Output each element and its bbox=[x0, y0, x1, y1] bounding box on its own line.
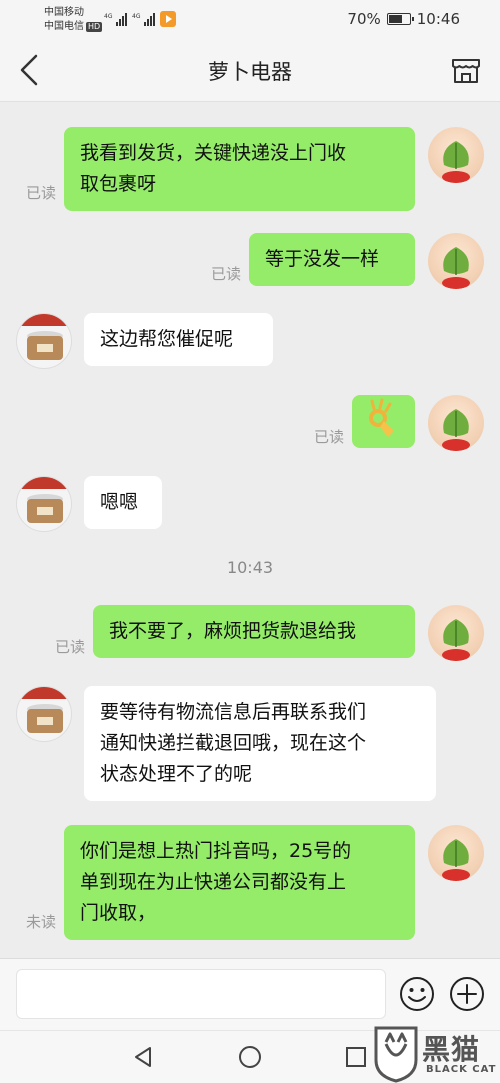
smiley-icon[interactable] bbox=[398, 975, 436, 1013]
carrier-2: 中国电信 HD bbox=[44, 21, 103, 33]
message-bubble[interactable]: 嗯嗯 bbox=[84, 476, 162, 529]
read-status: 已读 bbox=[55, 638, 86, 656]
unread-status: 未读 bbox=[26, 913, 57, 931]
signal-2-icon: 4G bbox=[132, 13, 155, 26]
message-line: 通知快递拦截退回哦，现在这个 bbox=[100, 732, 367, 754]
read-status: 已读 bbox=[211, 265, 242, 283]
message-line: 门收取， bbox=[80, 902, 157, 924]
message-line: 你们是想上热门抖音吗，25号的 bbox=[80, 840, 352, 862]
watermark-subtext: BLACK CAT bbox=[426, 1064, 497, 1075]
black-cat-watermark: 黑猫 BLACK CAT bbox=[372, 1024, 500, 1083]
battery-percent: 70% bbox=[347, 10, 381, 28]
chat-title: 萝卜电器 bbox=[208, 60, 292, 84]
video-app-icon bbox=[160, 11, 176, 27]
status-bar: 中国移动 中国电信 HD 4G 4G 70% 10:46 bbox=[0, 0, 500, 38]
watermark-text: 黑猫 bbox=[422, 1033, 481, 1066]
shop-avatar[interactable] bbox=[16, 686, 72, 742]
triangle-back-icon[interactable] bbox=[131, 1045, 155, 1069]
message-line: 要等待有物流信息后再联系我们 bbox=[100, 701, 367, 723]
message-input[interactable] bbox=[16, 969, 386, 1019]
timestamp: 10:43 bbox=[226, 558, 274, 577]
emoji-bubble[interactable] bbox=[352, 395, 415, 448]
rice-cooker-icon bbox=[17, 687, 71, 733]
message-line: 我不要了，麻烦把货款退给我 bbox=[109, 620, 357, 642]
message-bubble[interactable]: 我看到发货，关键快递没上门收 取包裹呀 bbox=[64, 127, 415, 211]
rice-cooker-icon bbox=[17, 477, 71, 523]
circle-home-icon[interactable] bbox=[238, 1045, 262, 1069]
cat-shield-logo-icon bbox=[374, 1026, 418, 1083]
net-2-label: 4G bbox=[132, 13, 141, 20]
message-bubble[interactable]: 我不要了，麻烦把货款退给我 bbox=[93, 605, 415, 658]
read-status: 已读 bbox=[314, 428, 345, 446]
avatar-leaf-icon bbox=[442, 839, 470, 881]
message-line: 等于没发一样 bbox=[265, 248, 380, 270]
message-bubble[interactable]: 你们是想上热门抖音吗，25号的 单到现在为止快递公司都没有上 门收取， bbox=[64, 825, 415, 940]
square-recent-icon[interactable] bbox=[344, 1045, 368, 1069]
message-line: 状态处理不了的呢 bbox=[100, 763, 253, 785]
battery-fill bbox=[388, 15, 403, 23]
clock: 10:46 bbox=[416, 10, 460, 28]
carrier-1: 中国移动 bbox=[44, 7, 84, 18]
signal-1-icon: 4G bbox=[104, 13, 127, 26]
message-line: 嗯嗯 bbox=[100, 491, 139, 513]
status-right: 70% 10:46 bbox=[347, 10, 460, 28]
message-line: 取包裹呀 bbox=[80, 173, 157, 195]
message-line: 单到现在为止快递公司都没有上 bbox=[80, 871, 347, 893]
avatar-leaf-icon bbox=[442, 619, 470, 661]
store-icon[interactable] bbox=[450, 54, 482, 86]
read-status: 已读 bbox=[26, 184, 57, 202]
message-bubble[interactable]: 要等待有物流信息后再联系我们 通知快递拦截退回哦，现在这个 状态处理不了的呢 bbox=[84, 686, 436, 801]
ok-hand-icon bbox=[369, 398, 394, 437]
battery-icon bbox=[386, 13, 414, 25]
input-bar bbox=[0, 958, 500, 1030]
my-avatar[interactable] bbox=[428, 395, 484, 451]
carrier-2-label: 中国电信 bbox=[44, 21, 84, 32]
message-line: 这边帮您催促呢 bbox=[100, 328, 234, 350]
my-avatar[interactable] bbox=[428, 605, 484, 661]
my-avatar[interactable] bbox=[428, 233, 484, 289]
avatar-leaf-icon bbox=[442, 247, 470, 289]
shop-avatar[interactable] bbox=[16, 476, 72, 532]
chat-header: 萝卜电器 bbox=[0, 38, 500, 102]
message-line: 我看到发货，关键快递没上门收 bbox=[80, 142, 347, 164]
rice-cooker-icon bbox=[17, 314, 71, 360]
message-bubble[interactable]: 等于没发一样 bbox=[249, 233, 415, 286]
my-avatar[interactable] bbox=[428, 825, 484, 881]
my-avatar[interactable] bbox=[428, 127, 484, 183]
plus-icon[interactable] bbox=[448, 975, 486, 1013]
avatar-leaf-icon bbox=[442, 409, 470, 451]
shop-avatar[interactable] bbox=[16, 313, 72, 369]
hd-badge: HD bbox=[86, 22, 103, 32]
net-1-label: 4G bbox=[104, 13, 113, 20]
message-bubble[interactable]: 这边帮您催促呢 bbox=[84, 313, 273, 366]
avatar-leaf-icon bbox=[442, 141, 470, 183]
